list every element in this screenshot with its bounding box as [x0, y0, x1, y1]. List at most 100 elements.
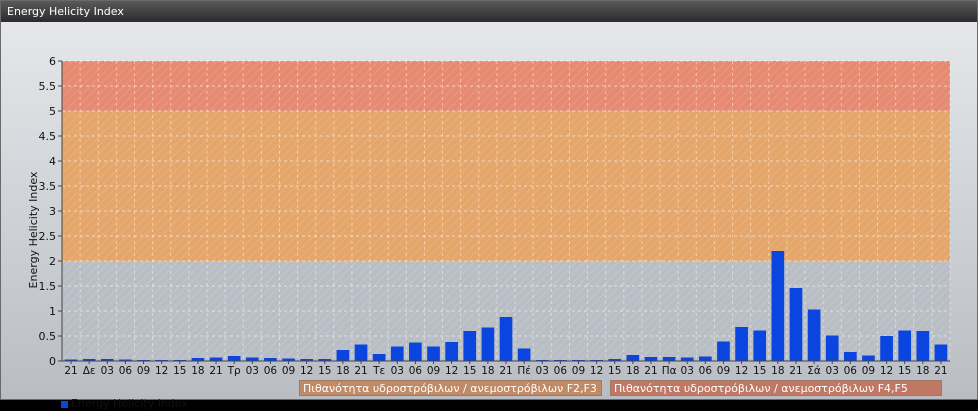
- y-axis-label: Energy Helicity Index: [27, 171, 40, 288]
- bar: [481, 327, 495, 361]
- bar: [825, 335, 839, 361]
- x-tick-label: 03: [536, 365, 549, 377]
- x-tick-label: 18: [626, 365, 639, 377]
- bar: [916, 331, 930, 361]
- bar: [862, 355, 875, 361]
- x-tick-label: 06: [554, 365, 568, 377]
- x-tick-label: 12: [155, 365, 168, 377]
- bar: [680, 357, 694, 361]
- y-tick-label: 5.5: [39, 80, 57, 93]
- y-tick-label: 0.5: [39, 330, 57, 343]
- series-swatch: [61, 400, 68, 408]
- x-tick-label: 21: [64, 365, 77, 377]
- x-tick-label: 21: [499, 365, 512, 377]
- band-legend-f4f5: Πιθανότητα υδροστρόβιλων / ανεμοστρόβιλω…: [610, 380, 942, 396]
- x-tick-label: 09: [137, 365, 150, 377]
- y-tick-label: 6: [49, 55, 56, 68]
- bar: [445, 342, 458, 361]
- bar: [880, 336, 893, 361]
- chart-area: 0 0.5 1 1.5 2 2.5 3 3.5 4 4.5 5 5.5 6 21 Δε 03 06 09 12 15 1…: [1, 22, 977, 410]
- bar: [771, 251, 785, 361]
- x-tick-label: 15: [318, 365, 331, 377]
- bar: [735, 327, 748, 361]
- x-tick-label: 21: [644, 365, 657, 377]
- bar: [227, 356, 241, 361]
- x-tick-label: 03: [101, 365, 114, 377]
- y-tick-label: 3: [49, 205, 56, 218]
- bar: [354, 344, 368, 361]
- x-tick-label: 15: [753, 365, 766, 377]
- x-tick-label: 21: [209, 365, 222, 377]
- bar: [644, 357, 658, 361]
- x-tick-label: 18: [771, 365, 784, 377]
- x-tick-label: 09: [572, 365, 585, 377]
- bar: [463, 331, 477, 361]
- bar: [843, 352, 857, 361]
- bar: [807, 309, 821, 361]
- series-legend-label: Energy Helicity Index: [71, 397, 188, 410]
- series-legend[interactable]: Energy Helicity Index: [61, 397, 188, 411]
- bar: [517, 348, 531, 361]
- x-tick-label: Τρ: [227, 365, 241, 377]
- x-tick-label: 15: [463, 365, 476, 377]
- x-tick-label: 21: [354, 365, 367, 377]
- x-tick-label: 12: [735, 365, 748, 377]
- x-tick-label: 18: [916, 365, 929, 377]
- x-tick-label: 06: [119, 365, 133, 377]
- x-tick-label: 15: [173, 365, 186, 377]
- window-title: Energy Helicity Index: [1, 1, 977, 22]
- x-tick-label: Σά: [807, 365, 821, 377]
- bar: [427, 346, 440, 361]
- y-tick-label: 2.5: [39, 230, 57, 243]
- bar: [209, 357, 223, 361]
- y-tick-label: 2: [49, 255, 56, 268]
- x-tick-label: 15: [898, 365, 911, 377]
- bar: [336, 350, 350, 361]
- bar: [390, 346, 404, 361]
- bar: [626, 355, 640, 361]
- x-tick-label: 09: [282, 365, 295, 377]
- x-tick-label: 03: [826, 365, 839, 377]
- bar: [789, 288, 803, 361]
- x-tick-label: 03: [391, 365, 404, 377]
- x-tick-label: 12: [880, 365, 893, 377]
- y-tick-label: 3.5: [39, 180, 57, 193]
- bar: [898, 330, 912, 361]
- x-tick-label: Δε: [83, 365, 96, 377]
- x-tick-label: 09: [717, 365, 730, 377]
- y-tick-label: 4: [49, 155, 56, 168]
- x-tick-label: 09: [862, 365, 875, 377]
- bar: [753, 330, 767, 361]
- x-tick-label: 09: [427, 365, 440, 377]
- y-tick-label: 1: [49, 305, 56, 318]
- bar: [499, 317, 513, 361]
- x-tick-label: 18: [191, 365, 204, 377]
- x-tick-label: 12: [445, 365, 458, 377]
- x-tick-label: 06: [844, 365, 858, 377]
- x-tick-label: 15: [608, 365, 621, 377]
- x-tick-label: 21: [789, 365, 802, 377]
- bar: [662, 357, 676, 361]
- x-tick-label: 06: [699, 365, 713, 377]
- x-tick-label: 03: [246, 365, 259, 377]
- band-legend-f2f3: Πιθανότητα υδροστρόβιλων / ανεμοστρόβιλω…: [299, 380, 602, 396]
- x-tick-label: Τε: [372, 365, 385, 377]
- y-tick-label: 1.5: [39, 280, 57, 293]
- x-tick-label: 21: [934, 365, 947, 377]
- x-tick-label: Πέ: [517, 365, 531, 377]
- bar: [699, 356, 712, 361]
- chart-window: Energy Helicity Index 0 0.5 1 1.5 2 2.5 3 3.5 4 4…: [0, 0, 978, 410]
- bar: [245, 357, 259, 361]
- bar: [934, 344, 948, 361]
- x-tick-label: 12: [300, 365, 313, 377]
- x-tick-label: Πα: [662, 365, 677, 377]
- bar: [372, 354, 386, 361]
- helicity-chart: 0 0.5 1 1.5 2 2.5 3 3.5 4 4.5 5 5.5 6 21 Δε 03 06 09 12 15 1…: [27, 55, 951, 377]
- y-tick-label: 5: [49, 105, 56, 118]
- y-tick-label: 4.5: [39, 130, 57, 143]
- x-tick-label: 06: [409, 365, 423, 377]
- x-tick-label: 06: [264, 365, 278, 377]
- x-tick-label: 18: [336, 365, 349, 377]
- x-tick-label: 18: [481, 365, 494, 377]
- x-tick-label: 12: [590, 365, 603, 377]
